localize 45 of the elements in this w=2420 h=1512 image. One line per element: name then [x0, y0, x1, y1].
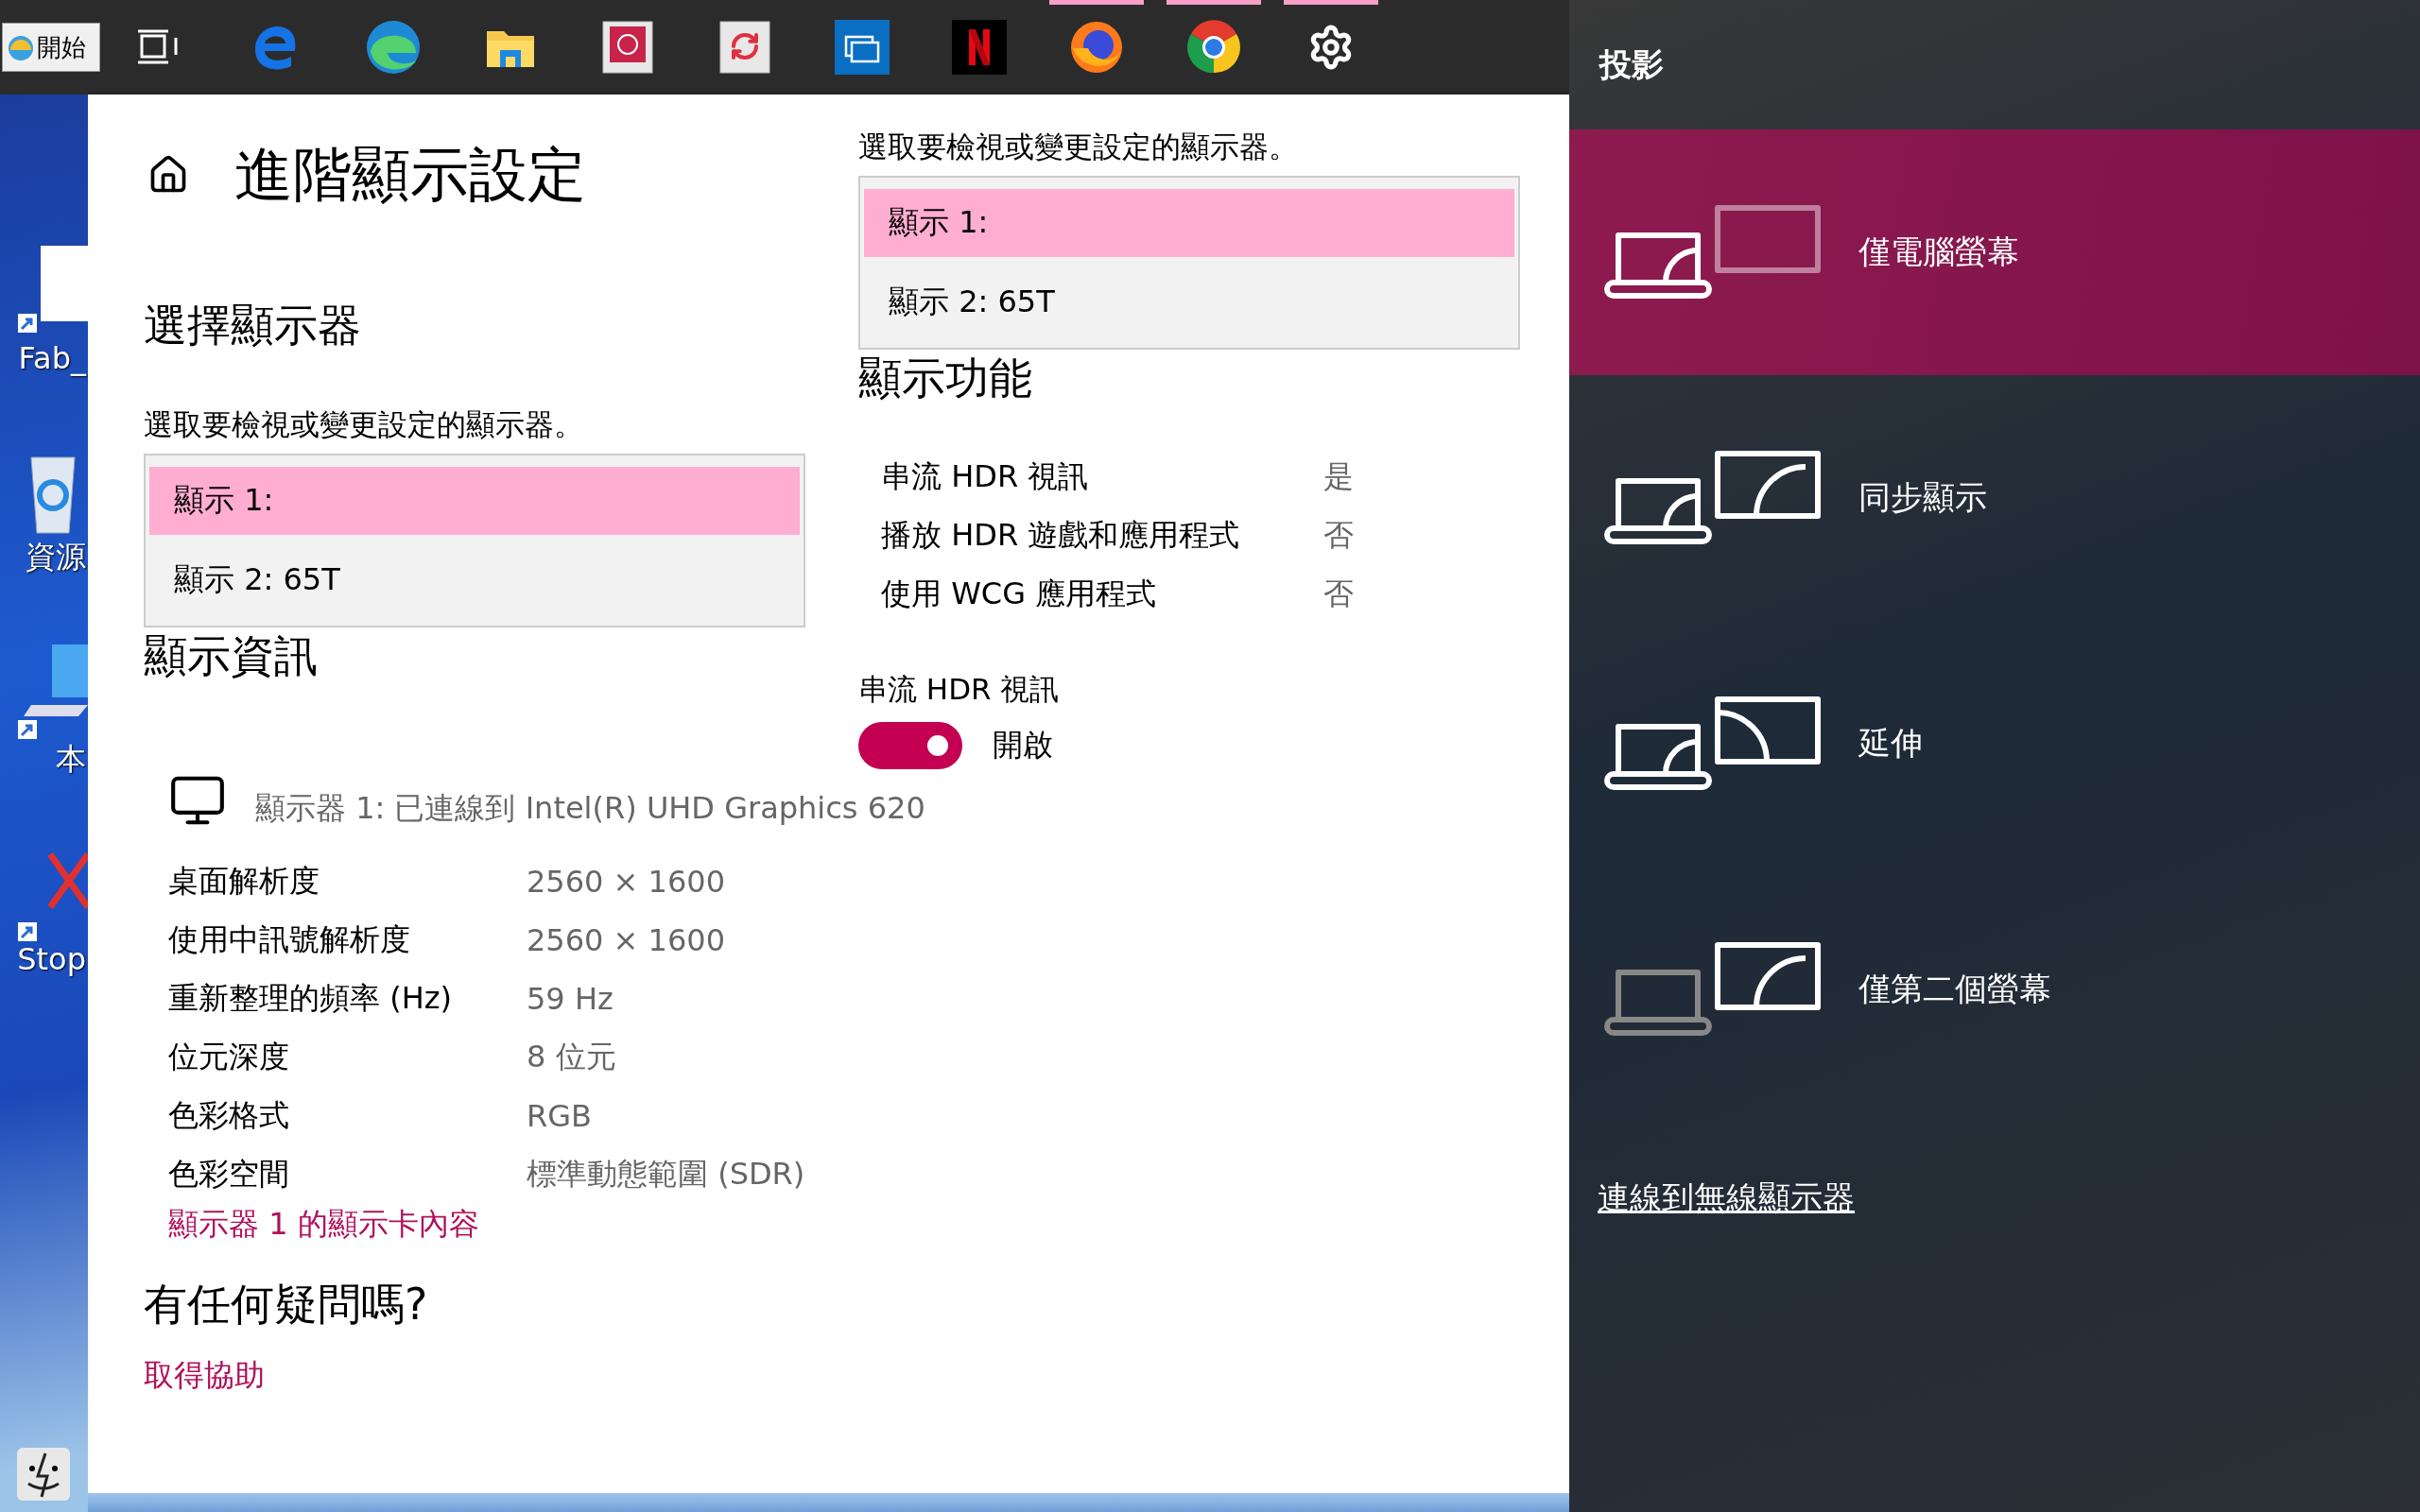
info-value: RGB — [527, 1098, 593, 1134]
project-option[interactable]: 僅電腦螢幕 — [1569, 129, 2420, 375]
info-label: 重新整理的頻率 (Hz) — [168, 979, 453, 1018]
desktop-icon-label: Fab_ — [18, 340, 88, 376]
select-prompt: 選取要檢視或變更設定的顯示器。 — [144, 406, 584, 443]
feature-label: 使用 WCG 應用程式 — [881, 575, 1158, 613]
project-option[interactable]: 延伸 — [1569, 621, 2420, 867]
page-title: 進階顯示設定 — [234, 139, 586, 211]
display-option[interactable]: 顯示 1: — [864, 189, 1514, 257]
desktop-icon-label: 本 — [56, 740, 87, 779]
adapter-text: 顯示器 1: 已連線到 Intel(R) UHD Graphics 620 — [255, 789, 925, 828]
info-value: 59 Hz — [527, 981, 614, 1017]
section-heading: 有任何疑問嗎? — [144, 1278, 429, 1332]
desktop-icon-label: 資源 — [26, 538, 87, 576]
info-label: 色彩格式 — [168, 1096, 290, 1135]
section-heading: 顯示資訊 — [144, 629, 319, 683]
display-option[interactable]: 顯示 1: — [149, 467, 800, 535]
info-value: 8 位元 — [527, 1038, 617, 1076]
help-link[interactable]: 取得協助 — [144, 1355, 265, 1397]
section-heading: 顯示功能 — [858, 352, 1033, 405]
display-option[interactable]: 顯示 2: 65T — [864, 268, 1514, 336]
info-value: 標準動態範圍 (SDR) — [527, 1155, 806, 1194]
info-label: 位元深度 — [168, 1038, 290, 1076]
feature-value: 否 — [1323, 516, 1355, 555]
info-value: 2560 × 1600 — [527, 922, 727, 958]
info-value: 2560 × 1600 — [527, 864, 727, 900]
adapter-properties-link[interactable]: 顯示器 1 的顯示卡內容 — [144, 1204, 479, 1246]
feature-label: 串流 HDR 視訊 — [881, 457, 1090, 496]
toggle-label: 串流 HDR 視訊 — [858, 671, 1061, 708]
feature-label: 播放 HDR 遊戲和應用程式 — [881, 516, 1241, 555]
wireless-display-link[interactable]: 連線到無線顯示器 — [1598, 1177, 1855, 1220]
display-option[interactable]: 顯示 2: 65T — [149, 546, 800, 614]
section-heading: 選擇顯示器 — [144, 299, 362, 352]
desktop-icon-label: Stop — [17, 941, 87, 977]
feature-value: 是 — [1323, 457, 1355, 496]
info-label: 色彩空間 — [168, 1155, 290, 1194]
info-label: 使用中訊號解析度 — [168, 920, 411, 959]
toggle-state: 開啟 — [993, 726, 1053, 765]
project-option[interactable]: 同步顯示 — [1569, 375, 2420, 621]
panel-title: 投影 — [1598, 44, 1665, 85]
project-option[interactable]: 僅第二個螢幕 — [1569, 867, 2420, 1112]
info-label: 桌面解析度 — [168, 862, 320, 901]
feature-value: 否 — [1323, 575, 1355, 613]
start-button[interactable]: 開始 — [2, 23, 100, 72]
select-prompt: 選取要檢視或變更設定的顯示器。 — [858, 129, 1299, 165]
